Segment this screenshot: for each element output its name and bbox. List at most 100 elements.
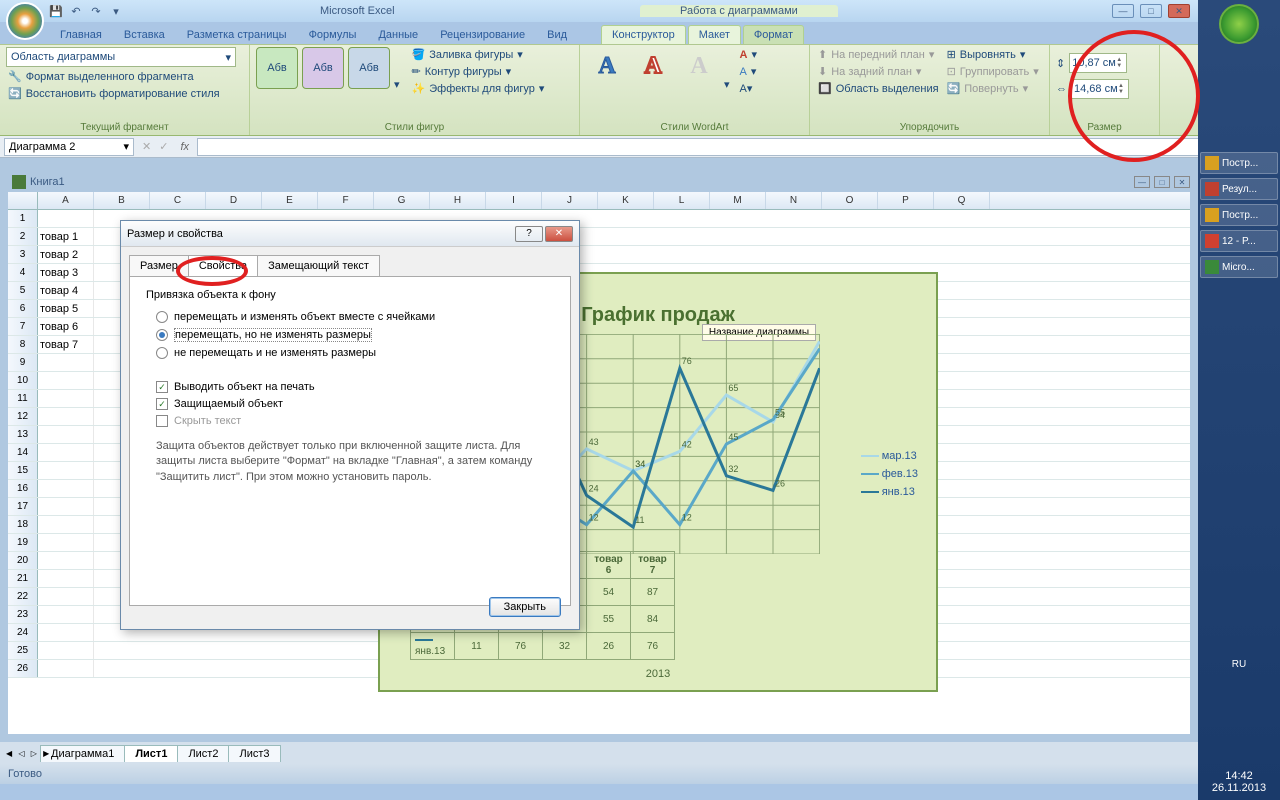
group-button[interactable]: ⊡ Группировать ▾ [945,64,1041,79]
row-header[interactable]: 6 [8,300,38,317]
row-header[interactable]: 9 [8,354,38,371]
height-input[interactable]: 10,87 см ▲▼ [1069,53,1127,73]
sheet-tab[interactable]: Лист3 [228,745,280,762]
row-header[interactable]: 10 [8,372,38,389]
tab-home[interactable]: Главная [50,26,112,44]
cell[interactable] [38,498,94,515]
row-header[interactable]: 7 [8,318,38,335]
column-header[interactable]: D [206,192,262,209]
bring-forward-button[interactable]: ⬆ На передний план ▾ [816,47,941,62]
dialog-tab-alttext[interactable]: Замещающий текст [257,255,380,276]
row-header[interactable]: 3 [8,246,38,263]
cell[interactable] [38,390,94,407]
column-header[interactable]: E [262,192,318,209]
cell[interactable] [38,624,94,641]
language-indicator[interactable]: RU [1198,659,1280,670]
cell[interactable]: товар 6 [38,318,94,335]
cell[interactable] [38,606,94,623]
cell[interactable]: товар 3 [38,264,94,281]
tab-layout[interactable]: Разметка страницы [177,26,297,44]
shape-style-1[interactable]: Абв [256,47,298,89]
tab-nav-icons[interactable]: ◀ ◁ ▷ ▶ [6,749,51,758]
column-header[interactable]: K [598,192,654,209]
cell[interactable] [38,480,94,497]
column-header[interactable]: B [94,192,150,209]
shape-fill-button[interactable]: 🪣 Заливка фигуры ▾ [410,47,547,62]
cell[interactable]: товар 5 [38,300,94,317]
cell[interactable]: товар 7 [38,336,94,353]
cell[interactable] [38,552,94,569]
sheet-tab[interactable]: Лист2 [177,745,229,762]
shape-effects-button[interactable]: ✨ Эффекты для фигур ▾ [410,81,547,96]
taskbar-item[interactable]: Постр... [1200,204,1278,226]
redo-icon[interactable]: ↷ [88,3,104,19]
row-header[interactable]: 2 [8,228,38,245]
qat-dropdown-icon[interactable]: ▾ [108,3,124,19]
row-header[interactable]: 13 [8,426,38,443]
align-button[interactable]: ⊞ Выровнять ▾ [945,47,1041,62]
text-effects-button[interactable]: A▾ [738,81,759,96]
format-selection-button[interactable]: 🔧 Формат выделенного фрагмента [6,69,196,84]
row-header[interactable]: 15 [8,462,38,479]
row-header[interactable]: 5 [8,282,38,299]
enter-icon[interactable]: ✓ [155,140,172,153]
row-header[interactable]: 14 [8,444,38,461]
row-header[interactable]: 18 [8,516,38,533]
row-header[interactable]: 8 [8,336,38,353]
cell[interactable] [38,588,94,605]
cell[interactable] [38,408,94,425]
check-print[interactable]: ✓Выводить объект на печать [156,381,554,393]
close-button[interactable]: Закрыть [489,597,561,617]
name-box[interactable]: Диаграмма 2 ▾ [4,138,134,156]
wordart-style-3[interactable]: A [678,47,720,85]
sheet-tab[interactable]: Диаграмма1 [40,745,125,762]
dialog-tab-size[interactable]: Размер [129,255,189,276]
row-header[interactable]: 11 [8,390,38,407]
shape-style-3[interactable]: Абв [348,47,390,89]
undo-icon[interactable]: ↶ [68,3,84,19]
cell[interactable] [38,534,94,551]
row-header[interactable]: 17 [8,498,38,515]
text-fill-button[interactable]: A▾ [738,47,759,62]
shape-style-2[interactable]: Абв [302,47,344,89]
text-outline-button[interactable]: A▾ [738,64,759,79]
row-header[interactable]: 21 [8,570,38,587]
cell[interactable] [38,210,94,227]
row-header[interactable]: 1 [8,210,38,227]
office-button[interactable] [6,2,44,40]
row-header[interactable]: 19 [8,534,38,551]
row-header[interactable]: 4 [8,264,38,281]
column-header[interactable]: Q [934,192,990,209]
select-all-corner[interactable] [8,192,38,209]
column-header[interactable]: N [766,192,822,209]
dialog-tab-properties[interactable]: Свойства [188,255,258,276]
wordart-style-2[interactable]: A [632,47,674,85]
width-input[interactable]: 14,68 см ▲▼ [1071,79,1129,99]
column-header[interactable]: C [150,192,206,209]
selection-pane-button[interactable]: 🔲 Область выделения [816,81,941,96]
radio-move-size[interactable]: перемещать и изменять объект вместе с яч… [156,311,554,323]
cell[interactable] [38,516,94,533]
tab-review[interactable]: Рецензирование [430,26,535,44]
row-header[interactable]: 22 [8,588,38,605]
wb-maximize-icon[interactable]: □ [1154,176,1170,188]
wordart-style-1[interactable]: A [586,47,628,85]
row-header[interactable]: 25 [8,642,38,659]
tab-data[interactable]: Данные [368,26,428,44]
gallery-more-icon[interactable]: ▾ [724,78,730,91]
cell[interactable] [38,462,94,479]
cell[interactable] [38,660,94,677]
radio-dont-move[interactable]: не перемещать и не изменять размеры [156,347,554,359]
gallery-more-icon[interactable]: ▾ [394,78,400,91]
column-header[interactable]: L [654,192,710,209]
rotate-button[interactable]: 🔄 Повернуть ▾ [945,81,1041,96]
cell[interactable]: товар 2 [38,246,94,263]
dialog-close-icon[interactable]: ✕ [545,226,573,242]
dialog-titlebar[interactable]: Размер и свойства ? ✕ [121,221,579,247]
reset-style-button[interactable]: 🔄 Восстановить форматирование стиля [6,86,222,101]
tab-formulas[interactable]: Формулы [299,26,367,44]
sheet-tab[interactable]: Лист1 [124,745,178,762]
column-header[interactable]: A [38,192,94,209]
taskbar-item[interactable]: Micro... [1200,256,1278,278]
column-header[interactable]: M [710,192,766,209]
